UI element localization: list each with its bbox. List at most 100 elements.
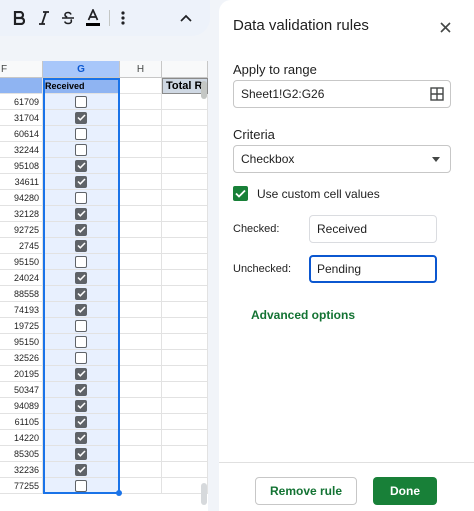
cell-f-value[interactable]: 74193 xyxy=(0,302,43,318)
cell-g1[interactable]: Received xyxy=(43,78,120,94)
checkbox-checked[interactable] xyxy=(75,175,87,188)
cell-h[interactable] xyxy=(120,94,162,110)
custom-values-checkbox[interactable] xyxy=(233,186,248,201)
cell-f-value[interactable]: 85305 xyxy=(0,446,43,462)
column-header-g[interactable]: G xyxy=(43,61,120,78)
cell-i[interactable] xyxy=(162,142,208,158)
cell-h[interactable] xyxy=(120,190,162,206)
unchecked-value-input[interactable]: Pending xyxy=(309,255,437,283)
cell-h[interactable] xyxy=(120,286,162,302)
cell-i[interactable] xyxy=(162,254,208,270)
cell-i[interactable] xyxy=(162,302,208,318)
cell-h[interactable] xyxy=(120,334,162,350)
checkbox-checked[interactable] xyxy=(75,463,87,476)
cell-h1[interactable] xyxy=(120,78,162,94)
cell-f-value[interactable]: 94089 xyxy=(0,398,43,414)
cell-f-value[interactable]: 24024 xyxy=(0,270,43,286)
checkbox-checked[interactable] xyxy=(75,415,87,428)
cell-h[interactable] xyxy=(120,430,162,446)
checkbox-checked[interactable] xyxy=(75,111,87,124)
checkbox-unchecked[interactable] xyxy=(75,127,87,140)
sheet-grid[interactable]: F G H Received Total R 61709 31704 60614 32… xyxy=(0,61,208,511)
cell-i[interactable] xyxy=(162,350,208,366)
cell-h[interactable] xyxy=(120,238,162,254)
fill-handle[interactable] xyxy=(116,490,122,496)
cell-f-value[interactable]: 32526 xyxy=(0,350,43,366)
checkbox-checked[interactable] xyxy=(75,239,87,252)
vertical-scrollbar[interactable] xyxy=(201,81,207,99)
cell-f-value[interactable]: 95150 xyxy=(0,334,43,350)
checkbox-checked[interactable] xyxy=(75,287,87,300)
cell-f-value[interactable]: 2745 xyxy=(0,238,43,254)
cell-h[interactable] xyxy=(120,126,162,142)
checkbox-checked[interactable] xyxy=(75,303,87,316)
checkbox-checked[interactable] xyxy=(75,159,87,172)
cell-i[interactable] xyxy=(162,238,208,254)
cell-i[interactable] xyxy=(162,222,208,238)
cell-h[interactable] xyxy=(120,350,162,366)
cell-i[interactable] xyxy=(162,414,208,430)
checkbox-unchecked[interactable] xyxy=(75,351,87,364)
cell-f-value[interactable]: 77255 xyxy=(0,478,43,494)
cell-f-value[interactable]: 19725 xyxy=(0,318,43,334)
cell-h[interactable] xyxy=(120,142,162,158)
checkbox-checked[interactable] xyxy=(75,271,87,284)
checkbox-unchecked[interactable] xyxy=(75,479,87,492)
italic-icon[interactable] xyxy=(33,6,55,30)
cell-f-value[interactable]: 61709 xyxy=(0,94,43,110)
checkbox-unchecked[interactable] xyxy=(75,95,87,108)
checkbox-checked[interactable] xyxy=(75,367,87,380)
cell-f-value[interactable]: 60614 xyxy=(0,126,43,142)
advanced-options-link[interactable]: Advanced options xyxy=(251,308,355,322)
checkbox-checked[interactable] xyxy=(75,447,87,460)
cell-h[interactable] xyxy=(120,366,162,382)
cell-i[interactable] xyxy=(162,382,208,398)
cell-i[interactable] xyxy=(162,462,208,478)
cell-h[interactable] xyxy=(120,318,162,334)
cell-f-value[interactable]: 20195 xyxy=(0,366,43,382)
cell-h[interactable] xyxy=(120,110,162,126)
cell-i[interactable] xyxy=(162,430,208,446)
column-header-i[interactable] xyxy=(162,61,208,78)
criteria-dropdown[interactable]: Checkbox xyxy=(233,145,451,173)
text-color-icon[interactable] xyxy=(82,6,104,30)
cell-h[interactable] xyxy=(120,478,162,494)
horizontal-scrollbar[interactable] xyxy=(201,483,207,505)
cell-h[interactable] xyxy=(120,206,162,222)
checked-value-input[interactable]: Received xyxy=(309,215,437,243)
cell-h[interactable] xyxy=(120,254,162,270)
cell-f-value[interactable]: 32236 xyxy=(0,462,43,478)
checkbox-checked[interactable] xyxy=(75,431,87,444)
cell-f-value[interactable]: 31704 xyxy=(0,110,43,126)
cell-h[interactable] xyxy=(120,462,162,478)
chevron-up-icon[interactable] xyxy=(175,6,197,30)
cell-i[interactable] xyxy=(162,206,208,222)
cell-h[interactable] xyxy=(120,398,162,414)
checkbox-checked[interactable] xyxy=(75,207,87,220)
cell-f-value[interactable]: 14220 xyxy=(0,430,43,446)
bold-icon[interactable] xyxy=(8,6,30,30)
cell-h[interactable] xyxy=(120,222,162,238)
cell-h[interactable] xyxy=(120,382,162,398)
remove-rule-button[interactable]: Remove rule xyxy=(255,477,357,505)
cell-f-value[interactable]: 95108 xyxy=(0,158,43,174)
checkbox-checked[interactable] xyxy=(75,223,87,236)
cell-i[interactable] xyxy=(162,334,208,350)
cell-i[interactable] xyxy=(162,398,208,414)
close-icon[interactable] xyxy=(435,17,455,37)
select-range-icon[interactable] xyxy=(430,87,444,104)
cell-h[interactable] xyxy=(120,446,162,462)
cell-i[interactable] xyxy=(162,174,208,190)
cell-i[interactable] xyxy=(162,318,208,334)
cell-h[interactable] xyxy=(120,158,162,174)
cell-f-value[interactable]: 34611 xyxy=(0,174,43,190)
checkbox-unchecked[interactable] xyxy=(75,143,87,156)
cell-f-value[interactable]: 32128 xyxy=(0,206,43,222)
cell-i[interactable] xyxy=(162,286,208,302)
cell-f-value[interactable]: 88558 xyxy=(0,286,43,302)
checkbox-unchecked[interactable] xyxy=(75,335,87,348)
cell-f-value[interactable]: 61105 xyxy=(0,414,43,430)
cell-f-value[interactable]: 95150 xyxy=(0,254,43,270)
cell-i[interactable] xyxy=(162,110,208,126)
checkbox-checked[interactable] xyxy=(75,399,87,412)
